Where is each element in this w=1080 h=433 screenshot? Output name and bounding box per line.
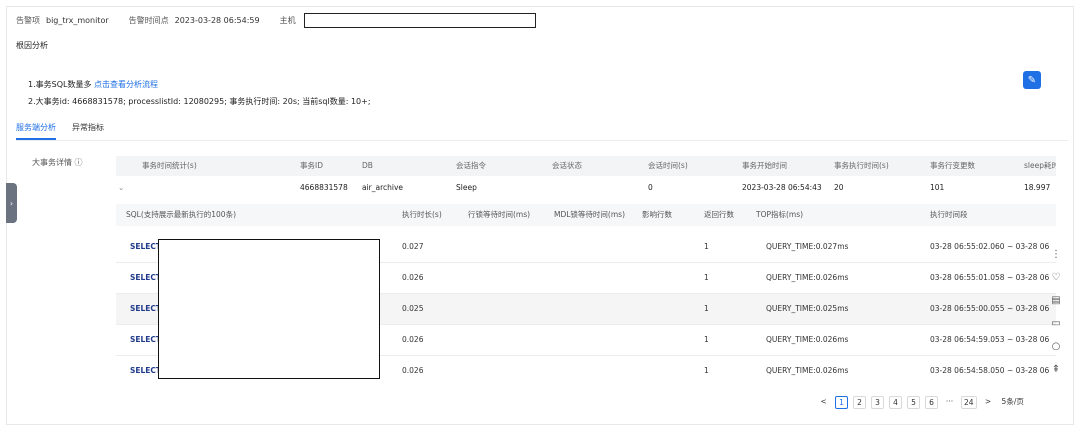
sql-text: SELECT [130, 366, 162, 375]
pagination: < 1 2 3 4 5 6 ··· 24 > 5条/页 [817, 396, 1031, 409]
tab-abnormal-metrics[interactable]: 异常指标 [72, 122, 104, 140]
col-header: 会话状态 [552, 161, 582, 170]
db-name: air_archive [362, 183, 404, 192]
col-header: 影响行数 [642, 210, 672, 219]
sleep-time: 18.997 [1024, 183, 1051, 192]
top-metric: QUERY_TIME:0.026ms [766, 335, 849, 344]
exec-period: 03-28 06:55:01.058 ~ 03-28 06:55 [930, 273, 1050, 282]
next-page-button[interactable]: > [982, 396, 995, 409]
col-header: 行锁等待时间(ms) [468, 210, 531, 219]
book-icon[interactable]: ▤ [1051, 289, 1060, 312]
root-cause-line-1: 1.事务SQL数量多 点击查看分析流程 [28, 79, 158, 90]
expand-toggle[interactable]: ⌄ [118, 178, 124, 198]
analysis-flow-link[interactable]: 点击查看分析流程 [94, 80, 158, 89]
message-icon[interactable]: ▭ [1051, 312, 1060, 335]
top-metric: QUERY_TIME:0.026ms [766, 366, 849, 375]
col-header: sleep耗时 [1024, 161, 1056, 170]
col-header: TOP指标(ms) [756, 210, 804, 219]
transaction-exec-time: 20 [834, 183, 844, 192]
return-rows: 1 [704, 242, 709, 251]
alert-item-label: 告警项 [16, 15, 40, 25]
root-cause-title: 根因分析 [16, 41, 48, 50]
page-size-select[interactable]: 5条/页 [1000, 396, 1026, 409]
return-rows: 1 [704, 304, 709, 313]
page-button[interactable]: 6 [925, 396, 938, 409]
exec-duration: 0.026 [402, 366, 424, 375]
col-header: 事务ID [300, 161, 323, 170]
exec-duration: 0.026 [402, 335, 424, 344]
exec-period: 03-28 06:55:02.060 ~ 03-28 06:55 [930, 242, 1050, 251]
col-header: 执行时长(s) [402, 210, 442, 219]
col-header: 事务开始时间 [742, 161, 787, 170]
page-button[interactable]: 3 [871, 396, 884, 409]
col-header: 执行时间段 [930, 210, 968, 219]
top-metric: QUERY_TIME:0.025ms [766, 304, 849, 313]
col-header: 事务执行时间(s) [834, 161, 889, 170]
heart-icon[interactable]: ♡ [1052, 266, 1061, 289]
transaction-detail-label: 大事务详情 ⓘ [32, 158, 83, 167]
exec-period: 03-28 06:54:59.053 ~ 03-28 06:54 [930, 335, 1050, 344]
transaction-row-changes: 101 [930, 183, 945, 192]
tab-server-analysis[interactable]: 服务端分析 [16, 122, 56, 140]
exec-duration: 0.027 [402, 242, 424, 251]
session-command: Sleep [456, 183, 477, 192]
edit-icon[interactable]: ✎ [1023, 71, 1041, 89]
return-rows: 1 [704, 335, 709, 344]
page-button[interactable]: 5 [907, 396, 920, 409]
alert-item-value: big_trx_monitor [46, 15, 109, 25]
col-header: 会话时间(s) [648, 161, 688, 170]
transaction-row: ⌄ 4668831578 air_archive Sleep 0 2023-03… [116, 178, 1056, 198]
return-rows: 1 [704, 273, 709, 282]
host-label: 主机 [279, 15, 296, 25]
transaction-id: 4668831578 [300, 183, 348, 192]
col-header: SQL(支持展示最新执行的100条) [126, 210, 237, 219]
sql-text: SELECT [130, 335, 162, 344]
more-icon[interactable]: ⋮ [1051, 243, 1061, 266]
floating-toolbar: ⋮ ♡ ▤ ▭ ○ ⇞ [1046, 243, 1066, 393]
exec-duration: 0.026 [402, 273, 424, 282]
col-header: 事务时间统计(s) [142, 161, 197, 170]
top-metric: QUERY_TIME:0.026ms [766, 273, 849, 282]
session-time: 0 [648, 183, 653, 192]
alert-header: 告警项 big_trx_monitor 告警时间点 2023-03-28 06:… [16, 12, 542, 28]
page-button[interactable]: 2 [853, 396, 866, 409]
root-cause-line-1-text: 1.事务SQL数量多 [28, 80, 95, 89]
bulb-icon[interactable]: ○ [1052, 335, 1061, 358]
col-header: MDL锁等待时间(ms) [554, 210, 625, 219]
sql-table-header: SQL(支持展示最新执行的100条) 执行时长(s) 行锁等待时间(ms) MD… [116, 204, 1056, 226]
prev-page-button[interactable]: < [817, 396, 830, 409]
sql-text: SELECT [130, 304, 162, 313]
sql-text: SELECT [130, 273, 162, 282]
host-value-redacted [303, 12, 536, 28]
exec-duration: 0.025 [402, 304, 424, 313]
to-top-icon[interactable]: ⇞ [1052, 358, 1060, 381]
col-header: DB [362, 161, 373, 170]
chevron-right-icon[interactable]: › [6, 183, 17, 223]
root-cause-line-2: 2.大事务id: 4668831578; processlistId: 1208… [28, 97, 371, 106]
page-button[interactable]: 24 [961, 396, 977, 409]
top-metric: QUERY_TIME:0.027ms [766, 242, 849, 251]
analysis-tabs: 服务端分析 异常指标 [16, 122, 120, 140]
col-header: 事务行变更数 [930, 161, 975, 170]
tab-divider [16, 140, 1068, 141]
exec-period: 03-28 06:54:58.050 ~ 03-28 06:54 [930, 366, 1050, 375]
exec-period: 03-28 06:55:00.055 ~ 03-28 06:55 [930, 304, 1050, 313]
transaction-start-time: 2023-03-28 06:54:43 [742, 183, 822, 192]
page-ellipsis[interactable]: ··· [943, 396, 956, 409]
transaction-table-header: 事务时间统计(s) 事务ID DB 会话指令 会话状态 会话时间(s) 事务开始… [116, 156, 1056, 176]
sql-redaction-box [158, 239, 380, 379]
alert-time-label: 告警时间点 [128, 15, 169, 25]
return-rows: 1 [704, 366, 709, 375]
sql-text: SELECT [130, 242, 162, 251]
alert-time-value: 2023-03-28 06:54:59 [174, 15, 260, 25]
col-header: 返回行数 [704, 210, 734, 219]
page-button[interactable]: 1 [835, 396, 848, 409]
page-button[interactable]: 4 [889, 396, 902, 409]
col-header: 会话指令 [456, 161, 486, 170]
